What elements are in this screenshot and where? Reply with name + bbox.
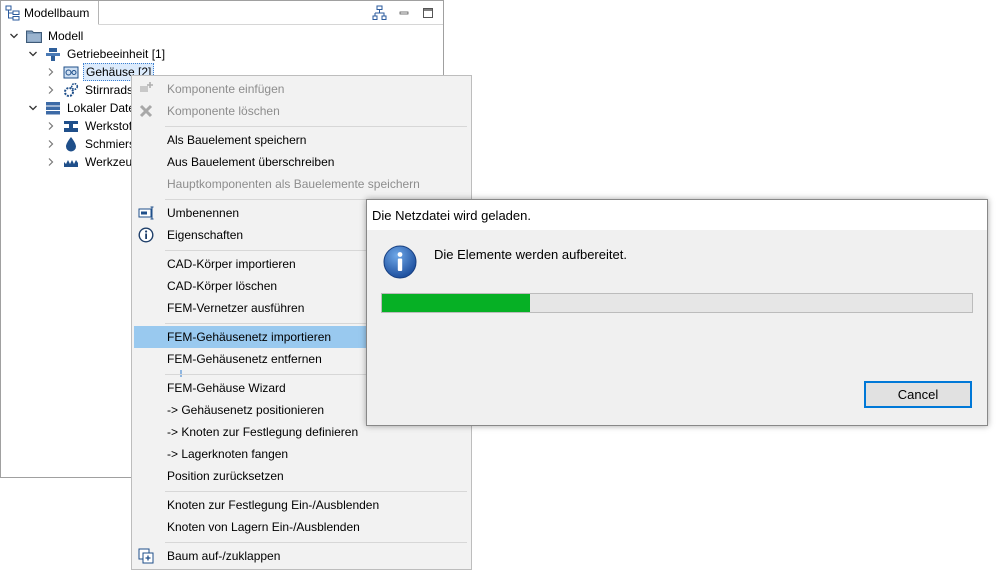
tree-label: Getriebeeinheit [1] bbox=[67, 47, 166, 61]
panel-tab-modellbaum[interactable]: Modellbaum bbox=[1, 1, 99, 25]
material-icon bbox=[63, 118, 79, 134]
tree-node-stirnrad[interactable]: Stirnradst bbox=[45, 81, 138, 99]
tree-node-lokaler-daten[interactable]: Lokaler Date bbox=[27, 99, 137, 117]
tree-node-modell[interactable]: Modell bbox=[8, 27, 85, 45]
expand-collapse-icon bbox=[138, 548, 154, 564]
housing-icon bbox=[63, 64, 79, 80]
info-icon bbox=[138, 227, 154, 243]
chevron-down-icon[interactable] bbox=[27, 48, 39, 60]
database-icon bbox=[45, 100, 61, 116]
add-component-icon bbox=[138, 81, 154, 97]
menu-item-komponente-loeschen[interactable]: Komponente löschen bbox=[134, 100, 469, 122]
menu-separator bbox=[165, 126, 467, 127]
menu-item-aus-bauelement-ueberschreiben[interactable]: Aus Bauelement überschreiben bbox=[134, 151, 469, 173]
minimize-button[interactable] bbox=[395, 4, 413, 22]
progress-fill bbox=[382, 294, 530, 312]
panel-toolbar bbox=[371, 4, 437, 22]
tree-structure-button[interactable] bbox=[371, 4, 389, 22]
dialog-message: Die Elemente werden aufbereitet. bbox=[434, 247, 627, 262]
maximize-button[interactable] bbox=[419, 4, 437, 22]
tree-label: Lokaler Date bbox=[67, 101, 136, 115]
menu-item-knoten-festlegung-toggle[interactable]: Knoten zur Festlegung Ein-/Ausblenden bbox=[134, 494, 469, 516]
menu-item-baum-toggle[interactable]: Baum auf-/zuklappen bbox=[134, 545, 469, 567]
tool-icon bbox=[63, 154, 79, 170]
loading-dialog: Die Netzdatei wird geladen. Die Elemente… bbox=[366, 199, 988, 426]
tree-label: Schmiers bbox=[85, 137, 136, 151]
rename-icon bbox=[138, 205, 154, 221]
tree-label: Werkstof bbox=[85, 119, 133, 133]
chevron-right-icon[interactable] bbox=[45, 120, 57, 132]
oil-drop-icon bbox=[63, 136, 79, 152]
chevron-right-icon[interactable] bbox=[45, 138, 57, 150]
menu-item-als-bauelement-speichern[interactable]: Als Bauelement speichern bbox=[134, 129, 469, 151]
menu-item-position-zuruecksetzen[interactable]: Position zurücksetzen bbox=[134, 465, 469, 487]
tree-structure-icon bbox=[372, 5, 387, 20]
menu-item-komponente-einfuegen[interactable]: Komponente einfügen bbox=[134, 78, 469, 100]
maximize-icon bbox=[423, 8, 433, 18]
cancel-button[interactable]: Cancel bbox=[864, 381, 972, 408]
gear-unit-icon bbox=[45, 46, 61, 62]
menu-item-lagerknoten-fangen[interactable]: -> Lagerknoten fangen bbox=[134, 443, 469, 465]
menu-separator bbox=[165, 542, 467, 543]
folder-icon bbox=[26, 28, 42, 44]
chevron-right-icon[interactable] bbox=[45, 66, 57, 78]
panel-header-divider bbox=[99, 24, 443, 25]
dialog-title: Die Netzdatei wird geladen. bbox=[372, 207, 531, 223]
minimize-icon bbox=[399, 11, 409, 15]
tree-node-werkzeug[interactable]: Werkzeug bbox=[45, 153, 141, 171]
tree-label: Modell bbox=[48, 29, 84, 43]
tree-view-icon bbox=[5, 5, 21, 21]
menu-item-knoten-lager-toggle[interactable]: Knoten von Lagern Ein-/Ausblenden bbox=[134, 516, 469, 538]
tree-node-schmierstoff[interactable]: Schmiers bbox=[45, 135, 137, 153]
tree-node-werkstoff[interactable]: Werkstof bbox=[45, 117, 134, 135]
menu-separator bbox=[165, 491, 467, 492]
menu-item-hauptkomponenten-speichern[interactable]: Hauptkomponenten als Bauelemente speiche… bbox=[134, 173, 469, 195]
panel-title: Modellbaum bbox=[24, 5, 90, 20]
chevron-down-icon[interactable] bbox=[27, 102, 39, 114]
chevron-right-icon[interactable] bbox=[45, 84, 57, 96]
chevron-down-icon[interactable] bbox=[8, 30, 20, 42]
dialog-titlebar[interactable]: Die Netzdatei wird geladen. bbox=[367, 200, 987, 230]
gear-icon bbox=[63, 82, 79, 98]
chevron-right-icon[interactable] bbox=[45, 156, 57, 168]
tree-node-getriebeeinheit[interactable]: Getriebeeinheit [1] bbox=[27, 45, 167, 63]
progress-bar bbox=[381, 293, 973, 313]
info-icon bbox=[383, 245, 417, 279]
delete-icon bbox=[138, 103, 154, 119]
